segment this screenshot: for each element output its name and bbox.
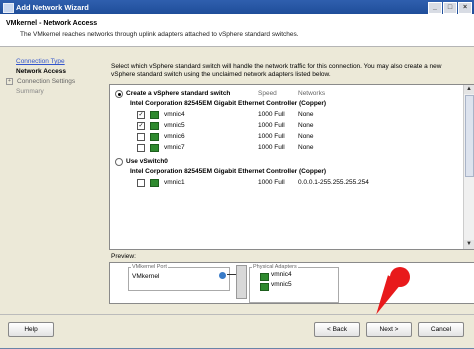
option-use-row[interactable]: Use vSwitch0 [110, 157, 462, 167]
step-connection-settings-label: Connection Settings [17, 78, 76, 85]
nic-name: vmnic4 [164, 111, 185, 118]
network-adapter-icon [260, 283, 269, 291]
instruction-text: Select which vSphere standard switch wil… [111, 63, 442, 78]
port-icon [219, 272, 226, 279]
scroll-up-arrow-icon[interactable]: ▲ [464, 85, 474, 94]
controller-2-heading: Intel Corporation 82545EM Gigabit Ethern… [110, 167, 462, 177]
nic-networks: None [298, 144, 314, 151]
title-bar: Add Network Wizard _ □ × [0, 0, 474, 14]
step-summary: Summary [16, 88, 44, 95]
nic-networks: None [298, 133, 314, 140]
nic-name: vmnic7 [164, 144, 185, 151]
scrollbar-thumb[interactable] [465, 95, 474, 177]
nic-row-vmnic1[interactable]: vmnic1 1000 Full 0.0.0.1-255.255.255.254 [110, 178, 462, 188]
step-network-access: Network Access [16, 68, 66, 75]
physical-adapters-group: Physical Adapters vmnic4 vmnic5 [249, 264, 339, 303]
connector-line [227, 274, 236, 275]
vmnic7-checkbox[interactable] [137, 144, 145, 152]
cancel-button[interactable]: Cancel [418, 322, 464, 337]
nic-row-vmnic4[interactable]: ✓ vmnic4 1000 Full None [110, 110, 462, 120]
nic-networks: None [298, 111, 314, 118]
network-adapter-icon [150, 122, 159, 130]
wizard-footer: Help < Back Next > Cancel [0, 314, 474, 349]
network-adapter-icon [150, 133, 159, 141]
vmnic6-checkbox[interactable] [137, 133, 145, 141]
back-button[interactable]: < Back [314, 322, 360, 337]
physical-adapters-caption: Physical Adapters [252, 264, 298, 270]
close-button[interactable]: × [458, 2, 472, 14]
maximize-button[interactable]: □ [443, 2, 457, 14]
option-create-row[interactable]: Create a vSphere standard switch Speed N… [110, 89, 462, 99]
expand-icon[interactable]: + [6, 77, 13, 85]
vmnic1-checkbox[interactable] [137, 179, 145, 187]
controller-1-heading: Intel Corporation 82545EM Gigabit Ethern… [110, 99, 462, 109]
nic-speed: 1000 Full [258, 179, 285, 186]
scroll-down-arrow-icon[interactable]: ▼ [464, 240, 474, 249]
page-description: The VMkernel reaches networks through up… [20, 31, 299, 38]
next-button[interactable]: Next > [366, 322, 412, 337]
window-icon [3, 3, 14, 13]
vmkernel-port-group: VMkernel Port VMkernel [128, 264, 230, 291]
window-title: Add Network Wizard [16, 3, 89, 12]
nic-row-vmnic5[interactable]: ✓ vmnic5 1000 Full None [110, 121, 462, 131]
nic-row-vmnic7[interactable]: vmnic7 1000 Full None [110, 143, 462, 153]
nic-row-vmnic6[interactable]: vmnic6 1000 Full None [110, 132, 462, 142]
vmkernel-port-caption: VMkernel Port [131, 264, 168, 270]
use-vswitch0-radio[interactable] [115, 158, 123, 166]
network-adapter-icon [150, 144, 159, 152]
nic-speed: 1000 Full [258, 144, 285, 151]
create-switch-label: Create a vSphere standard switch [126, 90, 231, 97]
network-adapter-icon [150, 179, 159, 187]
speed-column-header: Speed [258, 90, 277, 97]
vmkernel-port-name: VMkernel [132, 273, 160, 280]
nic-networks: 0.0.0.1-255.255.255.254 [298, 179, 369, 186]
step-connection-type-link[interactable]: Connection Type [0, 57, 108, 67]
switch-icon [236, 265, 247, 299]
switch-selection-list: Create a vSphere standard switch Speed N… [109, 84, 474, 250]
adapter-name: vmnic4 [271, 271, 292, 278]
vmnic4-checkbox[interactable]: ✓ [137, 111, 145, 119]
nic-speed: 1000 Full [258, 122, 285, 129]
create-switch-radio[interactable] [115, 90, 123, 98]
step-connection-settings[interactable]: + Connection Settings [0, 77, 108, 87]
controller-2-label: Intel Corporation 82545EM Gigabit Ethern… [130, 168, 327, 175]
nic-name: vmnic5 [164, 122, 185, 129]
main-content: Select which vSphere standard switch wil… [109, 57, 474, 307]
preview-diagram: VMkernel Port VMkernel Physical Adapters… [109, 262, 474, 304]
nic-speed: 1000 Full [258, 133, 285, 140]
nic-name: vmnic1 [164, 179, 185, 186]
vmnic5-checkbox[interactable]: ✓ [137, 122, 145, 130]
adapter-name: vmnic5 [271, 281, 292, 288]
wizard-steps: Connection Type Network Access + Connecti… [0, 57, 108, 307]
preview-label: Preview: [111, 253, 136, 260]
minimize-button[interactable]: _ [428, 2, 442, 14]
list-scrollbar[interactable]: ▲ ▼ [463, 85, 474, 249]
page-header: VMkernel - Network Access The VMkernel r… [0, 14, 474, 47]
nic-speed: 1000 Full [258, 111, 285, 118]
network-adapter-icon [150, 111, 159, 119]
help-button[interactable]: Help [8, 322, 54, 337]
controller-1-label: Intel Corporation 82545EM Gigabit Ethern… [130, 100, 327, 107]
pointer-pin-icon [390, 267, 410, 287]
use-vswitch0-label: Use vSwitch0 [126, 158, 168, 165]
networks-column-header: Networks [298, 90, 326, 97]
nic-name: vmnic6 [164, 133, 185, 140]
network-adapter-icon [260, 273, 269, 281]
nic-networks: None [298, 122, 314, 129]
page-title: VMkernel - Network Access [6, 20, 98, 27]
wizard-window: Add Network Wizard _ □ × VMkernel - Netw… [0, 0, 474, 348]
